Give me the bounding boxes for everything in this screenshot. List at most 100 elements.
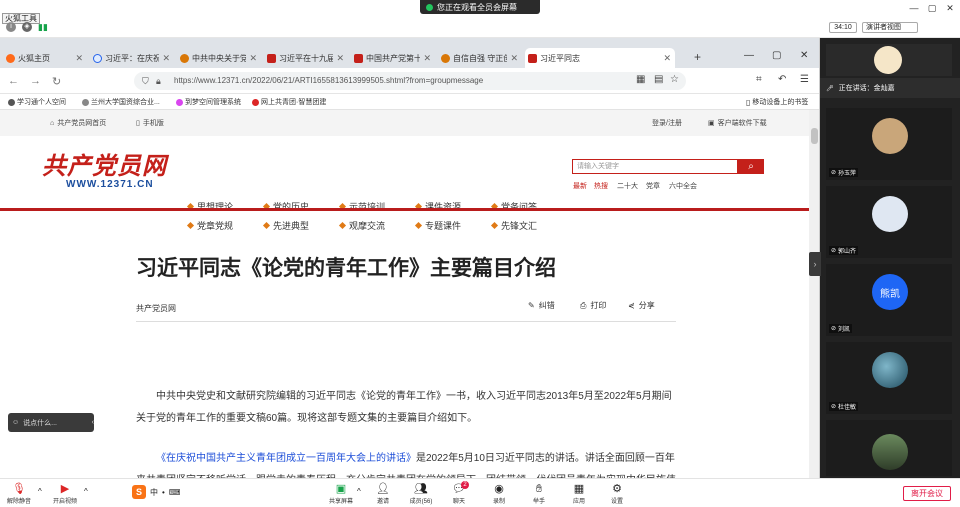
leave-meeting-button[interactable]: 离开会议 [903, 486, 951, 501]
hot-word[interactable]: 最新 [573, 181, 587, 191]
chevron-up-icon[interactable]: ^ [357, 487, 361, 496]
nav-category[interactable]: 思想理论 [186, 200, 233, 213]
shield-icon[interactable]: ⛉ [142, 76, 149, 87]
info-icon[interactable]: i [6, 22, 16, 32]
hot-word[interactable]: 二十大 [617, 181, 638, 191]
tab-xi-speech[interactable]: 习近平：在庆祝 ✕ [90, 48, 174, 68]
minimize-icon[interactable]: — [744, 50, 754, 61]
mobile-version-link[interactable]: ▯ 手机版 [136, 118, 164, 128]
article-source: 共产党员网 [136, 304, 176, 313]
menu-icon[interactable]: ☰ [800, 74, 809, 85]
floating-chat-input[interactable]: ☺ 说点什么... ‹ [8, 413, 94, 432]
chevron-up-icon[interactable]: ^ [84, 487, 88, 496]
hot-word[interactable]: 党章 [646, 181, 660, 191]
participant-tile[interactable]: ⊘ 杜佳敏 [826, 342, 952, 414]
speech-link[interactable]: 《在庆祝中国共产主义青年团成立一百周年大会上的讲话》 [156, 453, 416, 464]
share-banner[interactable]: 您正在观看全员会屏幕 [420, 0, 540, 14]
participant-tile[interactable]: 熊凯 ⊘ 刘凯 [826, 264, 952, 336]
reader-view-icon[interactable]: ▤ [654, 74, 663, 85]
client-download-link[interactable]: ▣ 客户端软件下载 [708, 118, 767, 128]
tab-confidence[interactable]: 自信自强 守正创 ✕ [438, 48, 522, 68]
close-tab-icon[interactable]: ✕ [249, 53, 257, 64]
tab-nineteenth[interactable]: 习近平在十九届 ✕ [264, 48, 348, 68]
site-search-input[interactable]: 请输入关键字 [572, 159, 738, 174]
nav-category[interactable]: 专题课件 [414, 219, 461, 232]
site-home-link[interactable]: ⌂ 共产党员网首页 [50, 118, 106, 128]
nav-category[interactable]: 先进典型 [262, 219, 309, 232]
tab-current-article[interactable]: 习近平同志 ✕ [525, 48, 675, 68]
globe-icon [82, 98, 89, 106]
close-tab-icon[interactable]: ✕ [423, 53, 431, 64]
login-link[interactable]: 登录/注册 [652, 118, 682, 128]
close-tab-icon[interactable]: ✕ [510, 53, 518, 64]
report-error-button[interactable]: ✎ 纠错 [528, 300, 555, 311]
nav-category[interactable]: 党章党规 [186, 219, 233, 232]
collapse-panel-icon[interactable]: › [809, 252, 821, 276]
nav-category[interactable]: 示范培训 [338, 200, 385, 213]
close-icon[interactable]: ✕ [940, 1, 960, 15]
search-icon[interactable]: ⌕ [738, 159, 764, 174]
start-video-button[interactable]: ▶︎ 开启视频 [50, 483, 80, 505]
forward-icon[interactable]: → [30, 75, 41, 87]
share-button[interactable]: ⋞ 分享 [628, 300, 655, 311]
raise-hand-button[interactable]: ✋︎ 举手 [524, 483, 554, 505]
nav-category[interactable]: 观摩交流 [338, 219, 385, 232]
record-button[interactable]: ◉ 录制 [484, 483, 514, 505]
emoji-icon[interactable]: ☺ [12, 419, 19, 426]
chevron-up-icon[interactable]: ^ [38, 487, 42, 496]
page-scrollbar[interactable] [809, 110, 819, 478]
maximize-icon[interactable]: ▢ [922, 1, 942, 15]
new-tab-icon[interactable]: + [694, 50, 701, 64]
participant-tile[interactable] [826, 420, 952, 476]
shield-icon[interactable]: ◈ [22, 22, 32, 32]
bookmark-item[interactable]: 网上共青团·智慧团建 [252, 97, 326, 107]
lock-icon[interactable]: 🔒︎ [156, 76, 161, 87]
participant-tile[interactable]: ⊘ 郭山齐 [826, 186, 952, 258]
print-button[interactable]: ⎙ 打印 [580, 300, 606, 311]
apps-button[interactable]: ▦ 应用 [564, 483, 594, 505]
invite-button[interactable]: 👤︎ 邀请 [368, 483, 398, 505]
nav-category[interactable]: 党务问答 [490, 200, 537, 213]
hot-word[interactable]: 六中全会 [669, 181, 697, 191]
speaker-name: 正在讲话：金灿嘉 [838, 85, 895, 92]
nav-category[interactable]: 课件资源 [414, 200, 461, 213]
sharing-status-icon [426, 3, 433, 11]
layout-view-button[interactable]: 演讲者视图 [862, 22, 918, 33]
back-icon[interactable]: ← [8, 75, 19, 87]
scrollbar-thumb[interactable] [811, 128, 818, 144]
chevron-left-icon[interactable]: ‹ [92, 419, 94, 426]
members-button[interactable]: 👥︎ 成员(56) [406, 483, 436, 505]
close-tab-icon[interactable]: ✕ [663, 53, 671, 64]
maximize-icon[interactable]: ▢ [772, 50, 781, 61]
close-tab-icon[interactable]: ✕ [75, 53, 83, 64]
participant-tile[interactable] [826, 44, 952, 76]
share-screen-button[interactable]: ▣ 共享屏幕 [326, 483, 356, 505]
close-icon[interactable]: ✕ [800, 50, 808, 61]
bookmark-star-icon[interactable]: ☆ [670, 74, 679, 85]
bookmark-item[interactable]: 到梦空间管理系统 [176, 97, 241, 107]
hot-word[interactable]: 热搜 [594, 181, 608, 191]
close-tab-icon[interactable]: ✕ [336, 53, 344, 64]
minimize-icon[interactable]: — [904, 1, 924, 15]
nav-category[interactable]: 党的历史 [262, 200, 309, 213]
undo-icon[interactable]: ↶ [778, 74, 786, 85]
qr-code-icon[interactable]: ▦ [636, 74, 645, 85]
sogou-icon: S [132, 485, 146, 499]
unmute-button[interactable]: 🎙︎ 解除静音 [4, 483, 34, 505]
tab-central-committee[interactable]: 中共中央关于党 ✕ [177, 48, 261, 68]
reload-icon[interactable]: ↻ [52, 75, 61, 88]
participant-tile[interactable]: ⊘ 孙玉萍 [826, 108, 952, 180]
screenshot-icon[interactable]: ⌗ [756, 74, 762, 85]
chat-button[interactable]: 💬︎ 聊天 [444, 483, 474, 505]
mobile-bookmarks[interactable]: ▯ 移动设备上的书签 [746, 97, 808, 107]
bookmark-item[interactable]: 学习通个人空间 [8, 97, 66, 107]
nav-category[interactable]: 先锋文汇 [490, 219, 537, 232]
bookmark-item[interactable]: 兰州大学国资综合业... [82, 97, 160, 107]
settings-button[interactable]: ⚙ 设置 [602, 483, 632, 505]
tab-firefox-home[interactable]: 火狐主页 ✕ [3, 48, 87, 68]
close-tab-icon[interactable]: ✕ [162, 53, 170, 64]
url-field[interactable]: https://www.12371.cn/2022/06/21/ARTI1655… [134, 72, 686, 90]
site-logo[interactable]: 共产党员网 WWW.12371.CN [42, 146, 167, 190]
tab-cpc-tenth[interactable]: 中国共产党第十 ✕ [351, 48, 435, 68]
input-method-bar[interactable]: S 中 • ⌨ [132, 484, 182, 500]
